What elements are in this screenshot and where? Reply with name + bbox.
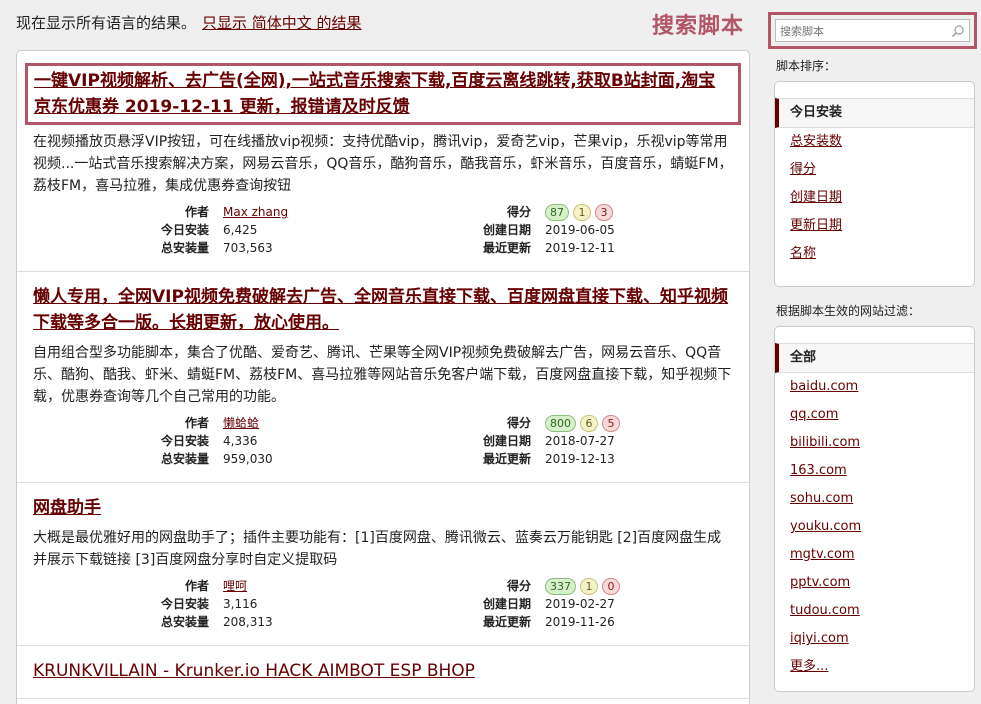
total-installs-value: 208,313 bbox=[223, 615, 273, 629]
score-ok: 1 bbox=[573, 203, 591, 221]
site-item-bilibili[interactable]: bilibili.com bbox=[775, 429, 974, 457]
script-title-link[interactable]: KRUNKVILLAIN - Krunker.io HACK AIMBOT ES… bbox=[33, 661, 475, 681]
updated-label: 最近更新 bbox=[482, 241, 531, 255]
sort-item-total[interactable]: 总安装数 bbox=[775, 128, 974, 156]
search-input[interactable] bbox=[776, 21, 969, 42]
author-label: 作者 bbox=[184, 205, 209, 219]
script-title-link[interactable]: 懒人专用，全网VIP视频免费破解去广告、全网音乐直接下载、百度网盘直接下载、知乎… bbox=[33, 287, 728, 333]
script-list: 一键VIP视频解析、去广告(全网),一站式音乐搜索下载,百度云离线跳转,获取B站… bbox=[16, 50, 750, 704]
created-label: 创建日期 bbox=[482, 597, 531, 611]
script-title-link[interactable]: 一键VIP视频解析、去广告(全网),一站式音乐搜索下载,百度云离线跳转,获取B站… bbox=[34, 71, 715, 117]
daily-installs-label: 今日安装 bbox=[160, 597, 209, 611]
script-item: KRUNKVILLAIN - Krunker.io HACK AIMBOT ES… bbox=[17, 646, 749, 699]
total-installs-label: 总安装量 bbox=[160, 452, 209, 466]
script-item: 网盘助手 大概是最优雅好用的网盘助手了；插件主要功能有：[1]百度网盘、腾讯微云… bbox=[17, 483, 749, 646]
script-title-link[interactable]: 网盘助手 bbox=[33, 498, 101, 518]
site-item-youku[interactable]: youku.com bbox=[775, 513, 974, 541]
sort-item-score[interactable]: 得分 bbox=[775, 156, 974, 184]
script-item: 懒人专用，全网VIP视频免费破解去广告、全网音乐直接下载、百度网盘直接下载、知乎… bbox=[17, 272, 749, 483]
updated-value: 2019-12-11 bbox=[545, 241, 615, 255]
author-link[interactable]: Max zhang bbox=[223, 205, 288, 219]
score-pills: 337 1 0 bbox=[545, 577, 620, 595]
sort-item-name[interactable]: 名称 bbox=[775, 240, 974, 268]
sort-item-daily[interactable]: 今日安装 bbox=[775, 98, 974, 128]
daily-installs-value: 4,336 bbox=[223, 434, 258, 448]
updated-label: 最近更新 bbox=[482, 452, 531, 466]
created-value: 2018-07-27 bbox=[545, 434, 615, 448]
site-item-qq[interactable]: qq.com bbox=[775, 401, 974, 429]
score-ok: 6 bbox=[580, 414, 598, 432]
site-item-sohu[interactable]: sohu.com bbox=[775, 485, 974, 513]
author-label: 作者 bbox=[184, 416, 209, 430]
search-highlight-box bbox=[768, 12, 977, 49]
annotation-label: 搜索脚本 bbox=[652, 14, 745, 39]
sort-item-updated[interactable]: 更新日期 bbox=[775, 212, 974, 240]
script-meta: 作者 Max zhang 今日安装 6,425 总安装量 703,563 得分 … bbox=[33, 203, 733, 257]
score-bad: 3 bbox=[595, 203, 613, 221]
score-ok: 1 bbox=[580, 577, 598, 595]
script-description: 在视频播放页悬浮VIP按钮，可在线播放vip视频：支持优酷vip，腾讯vip，爱… bbox=[33, 134, 733, 194]
created-label: 创建日期 bbox=[482, 434, 531, 448]
sort-label: 脚本排序： bbox=[776, 59, 837, 73]
created-value: 2019-06-05 bbox=[545, 223, 615, 237]
language-filter-link[interactable]: 只显示 简体中文 的结果 bbox=[202, 14, 362, 32]
site-filter-menu: 全部 baidu.com qq.com bilibili.com 163.com… bbox=[774, 326, 975, 692]
total-installs-label: 总安装量 bbox=[160, 241, 209, 255]
script-item: 一键VIP视频解析、去广告(全网),一站式音乐搜索下载,百度云离线跳转,获取B站… bbox=[17, 51, 749, 272]
language-notice: 现在显示所有语言的结果。 只显示 简体中文 的结果 bbox=[16, 12, 362, 33]
daily-installs-value: 6,425 bbox=[223, 223, 258, 237]
score-pills: 87 1 3 bbox=[545, 203, 615, 221]
site-item-tudou[interactable]: tudou.com bbox=[775, 597, 974, 625]
script-meta: 作者 懒蛤蛤 今日安装 4,336 总安装量 959,030 得分 800 6 … bbox=[33, 414, 733, 468]
score-bad: 0 bbox=[602, 577, 620, 595]
total-installs-label: 总安装量 bbox=[160, 615, 209, 629]
author-link[interactable]: 哩呵 bbox=[223, 579, 247, 593]
site-filter-label: 根据脚本生效的网站过滤： bbox=[776, 304, 921, 318]
highlight-box: 一键VIP视频解析、去广告(全网),一站式音乐搜索下载,百度云离线跳转,获取B站… bbox=[25, 63, 741, 125]
total-installs-value: 703,563 bbox=[223, 241, 273, 255]
sort-menu: 今日安装 总安装数 得分 创建日期 更新日期 名称 bbox=[774, 81, 975, 287]
site-item-163[interactable]: 163.com bbox=[775, 457, 974, 485]
site-item-iqiyi[interactable]: iqiyi.com bbox=[775, 625, 974, 653]
created-label: 创建日期 bbox=[482, 223, 531, 237]
script-meta: 作者 哩呵 今日安装 3,116 总安装量 208,313 得分 337 1 0… bbox=[33, 577, 733, 631]
site-item-all[interactable]: 全部 bbox=[775, 343, 974, 373]
search-box bbox=[775, 19, 970, 42]
site-item-more[interactable]: 更多... bbox=[775, 653, 974, 681]
site-item-mgtv[interactable]: mgtv.com bbox=[775, 541, 974, 569]
script-description: 自用组合型多功能脚本，集合了优酷、爱奇艺、腾讯、芒果等全网VIP视频免费破解去广… bbox=[33, 345, 732, 405]
site-item-baidu[interactable]: baidu.com bbox=[775, 373, 974, 401]
updated-value: 2019-12-13 bbox=[545, 452, 615, 466]
score-good: 800 bbox=[545, 414, 576, 432]
author-label: 作者 bbox=[184, 579, 209, 593]
site-item-pptv[interactable]: pptv.com bbox=[775, 569, 974, 597]
updated-value: 2019-11-26 bbox=[545, 615, 615, 629]
daily-installs-label: 今日安装 bbox=[160, 223, 209, 237]
score-bad: 5 bbox=[602, 414, 620, 432]
total-installs-value: 959,030 bbox=[223, 452, 273, 466]
sort-item-created[interactable]: 创建日期 bbox=[775, 184, 974, 212]
created-value: 2019-02-27 bbox=[545, 597, 615, 611]
score-pills: 800 6 5 bbox=[545, 414, 620, 432]
score-good: 337 bbox=[545, 577, 576, 595]
daily-installs-value: 3,116 bbox=[223, 597, 258, 611]
script-description: 大概是最优雅好用的网盘助手了；插件主要功能有：[1]百度网盘、腾讯微云、蓝奏云万… bbox=[33, 530, 722, 568]
language-notice-text: 现在显示所有语言的结果。 bbox=[16, 14, 197, 32]
daily-installs-label: 今日安装 bbox=[160, 434, 209, 448]
author-link[interactable]: 懒蛤蛤 bbox=[223, 416, 259, 430]
score-label: 得分 bbox=[506, 205, 531, 219]
updated-label: 最近更新 bbox=[482, 615, 531, 629]
search-icon[interactable] bbox=[951, 23, 965, 38]
score-label: 得分 bbox=[506, 579, 531, 593]
score-label: 得分 bbox=[506, 416, 531, 430]
score-good: 87 bbox=[545, 203, 569, 221]
